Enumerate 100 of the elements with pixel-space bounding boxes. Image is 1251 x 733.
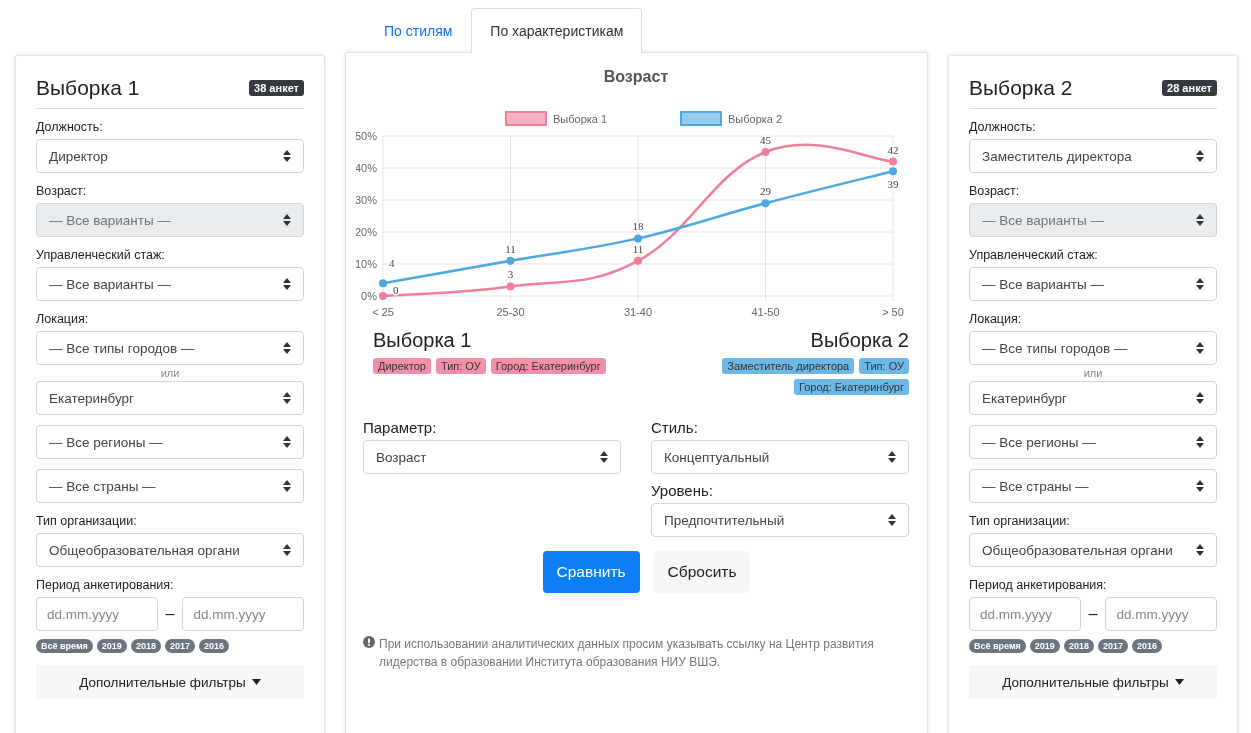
citation-note: При использовании аналитических данных просим указывать ссылку на Центр развития лидерства в образовании Института образования НИУ ВШЭ. [379,636,875,671]
select-field[interactable]: Екатеринбург [969,381,1217,415]
data-label: 11 [632,242,644,255]
panel-title: Выборка 2 [969,76,1073,100]
select-field[interactable]: — Все страны — [969,469,1217,503]
data-point [506,256,515,265]
field-label: Возраст: [36,183,88,200]
field-label: Стиль: [651,419,699,436]
data-label: 45 [760,134,771,146]
data-label: 11 [505,242,516,255]
period-chip[interactable]: 2018 [130,639,161,653]
caret-icon [251,679,261,685]
count-badge: 38 анкет [249,80,304,96]
select-field[interactable]: Предпочтительный [651,503,909,537]
sort-icon [1196,436,1204,448]
select-field[interactable]: Возраст [363,440,621,474]
select-field[interactable]: Директор [36,139,304,173]
sort-icon [888,514,896,526]
sort-icon [1196,278,1204,290]
select-field[interactable]: Заместитель директора [969,139,1217,173]
sort-icon [1196,214,1204,226]
field-label: Параметр: [363,419,438,436]
sample-title: Выборка 1 [373,329,473,352]
filter-tag: Тип: ОУ [859,358,909,374]
data-label: 18 [632,220,644,233]
sort-icon [283,150,291,162]
panel-title: Выборка 1 [36,76,140,100]
or-separator: или [160,367,180,379]
period-chip[interactable]: Всё время [36,639,93,653]
data-label: 42 [887,143,899,156]
field-label: Период анкетирования: [969,577,1108,594]
filter-tag: Тип: ОУ [435,358,486,374]
field-label: Период анкетирования: [36,577,175,594]
data-point [379,279,387,288]
select-field[interactable]: — Все типы городов — [36,331,304,365]
field-label: Возраст: [969,183,1021,200]
legend-label: Выборка 2 [728,113,783,125]
date-field[interactable]: dd.mm.yyyy [1105,597,1217,631]
period-chip[interactable]: 2016 [1131,639,1162,653]
period-chip[interactable]: 2019 [1029,639,1060,653]
filter-tag: Город: Екатеринбург [490,358,606,374]
date-field[interactable]: dd.mm.yyyy [969,597,1081,631]
or-separator: или [1083,367,1103,379]
sort-icon [888,451,896,463]
period-chip[interactable]: 2016 [198,639,229,653]
select-field[interactable]: — Все типы городов — [969,331,1217,365]
sort-icon [1196,392,1204,404]
period-chip[interactable]: 2017 [1097,639,1128,653]
data-point [634,234,642,243]
select-field[interactable]: Концептуальный [651,440,909,474]
period-chip[interactable]: 2017 [164,639,195,653]
sort-icon [283,342,291,354]
axis-tick-label: 41-50 [751,306,780,318]
axis-tick-label: 0% [361,290,377,302]
axis-tick-label: 20% [356,226,377,238]
data-point [634,256,642,265]
data-label: 29 [760,185,771,198]
chart-title: Возраст [603,68,669,85]
more-filters-button[interactable]: Дополнительные фильтры [969,665,1217,699]
select-field[interactable]: Екатеринбург [36,381,304,415]
date-field[interactable]: dd.mm.yyyy [182,597,304,631]
sort-icon [283,544,291,556]
axis-tick-label: 40% [356,162,377,174]
select-field[interactable]: Общеобразовательная органи [36,533,304,567]
field-label: Тип организации: [969,513,1071,530]
axis-tick-label: 25-30 [496,306,525,318]
select-field[interactable]: — Все страны — [36,469,304,503]
sort-icon [1196,544,1204,556]
period-chip[interactable]: 2019 [96,639,127,653]
field-label: Должность: [969,119,1037,136]
data-label: 39 [887,178,899,191]
select-field[interactable]: — Все регионы — [969,425,1217,459]
date-field[interactable]: dd.mm.yyyy [36,597,158,631]
legend-item[interactable]: Выборка 2 [680,111,783,126]
count-badge: 28 анкет [1162,80,1217,96]
sort-icon [1196,480,1204,492]
legend-label: Выборка 1 [553,113,608,125]
tab[interactable]: По стилям [365,8,472,53]
axis-tick-label: 10% [356,258,377,270]
compare-button[interactable]: Сравнить [542,551,640,593]
axis-tick-label: 30% [356,194,377,206]
reset-button[interactable]: Сбросить [653,551,751,593]
more-filters-button[interactable]: Дополнительные фильтры [36,665,304,699]
sort-icon [600,451,608,463]
caret-icon [1174,679,1184,685]
select-field[interactable]: — Все варианты — [969,267,1217,301]
filter-tag: Заместитель директора [722,358,855,374]
field-label: Управленческий стаж: [969,247,1099,264]
select-field[interactable]: — Все регионы — [36,425,304,459]
select-field[interactable]: Общеобразовательная органи [969,533,1217,567]
period-chip[interactable]: 2018 [1063,639,1094,653]
period-chip[interactable]: Всё время [969,639,1026,653]
select-field[interactable]: — Все варианты — [36,267,304,301]
field-label: Локация: [969,311,1023,328]
data-point [379,292,387,300]
legend-item[interactable]: Выборка 1 [505,111,608,126]
data-label: 3 [507,268,514,281]
field-label: Управленческий стаж: [36,247,166,264]
data-point [761,148,770,156]
tab[interactable]: По характеристикам [471,8,643,53]
